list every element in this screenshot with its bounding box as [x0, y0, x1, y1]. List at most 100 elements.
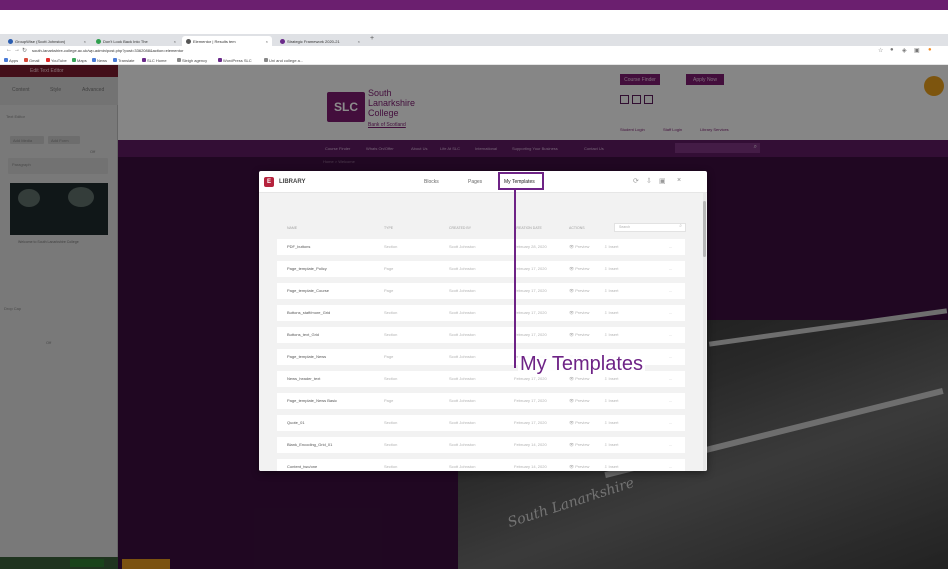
insert-button[interactable]: ⇩ Insert [604, 332, 618, 337]
back-icon[interactable]: ← [6, 47, 12, 53]
preview-button[interactable]: 👁 Preview [569, 332, 589, 337]
template-row[interactable]: Page_template_Policy Page Scott Johnston Fe… [277, 261, 685, 277]
template-row[interactable]: Page_template_Course Page Scott Johnston Fe… [277, 283, 685, 299]
preview-button-label: Preview [575, 266, 590, 271]
sync-icon[interactable]: ⟳ [633, 177, 639, 185]
browser-tab[interactable]: Don't Look Back Into The × [92, 36, 180, 46]
profile-avatar-icon[interactable]: ● [928, 47, 932, 53]
new-tab-button[interactable]: + [370, 35, 374, 42]
more-options-icon[interactable]: ... [669, 310, 672, 315]
extension-icon[interactable]: ▣ [914, 47, 920, 54]
tab-blocks[interactable]: Blocks [424, 179, 439, 185]
column-header-actions: Actions [569, 226, 585, 230]
bookmark-item[interactable]: Maps [72, 58, 87, 63]
template-name: Quote_01 [287, 420, 305, 425]
insert-button-label: Insert [608, 464, 619, 469]
close-icon[interactable]: × [174, 39, 176, 44]
extension-icon[interactable]: ● [890, 47, 894, 53]
template-row[interactable]: Buttons_staff/more_Grid Section Scott John… [277, 305, 685, 321]
preview-button[interactable]: 👁 Preview [569, 442, 589, 447]
template-author: Scott Johnston [449, 420, 476, 425]
template-author: Scott Johnston [449, 398, 476, 403]
preview-button[interactable]: 👁 Preview [569, 266, 589, 271]
insert-button[interactable]: ⇩ Insert [604, 266, 618, 271]
bookmark-item[interactable]: Gmail [24, 58, 39, 63]
preview-button[interactable]: 👁 Preview [569, 398, 589, 403]
insert-button[interactable]: ⇩ Insert [604, 442, 618, 447]
template-type: Page [384, 354, 394, 359]
save-icon[interactable]: ▣ [659, 177, 666, 185]
tab-pages[interactable]: Pages [468, 179, 482, 185]
browser-tab-active[interactable]: Elementor | Results tem × [182, 36, 272, 46]
template-search-input[interactable]: Search ⌕ [614, 223, 686, 232]
more-options-icon[interactable]: ... [669, 442, 672, 447]
preview-button[interactable]: 👁 Preview [569, 464, 589, 469]
bookmark-item[interactable]: WordPress SLC [218, 58, 252, 63]
tab-label: Elementor | Results tem [193, 38, 236, 44]
template-name: Buttons_text_Grid [287, 332, 320, 337]
template-row[interactable]: Content_two/one Section Scott Johnston Febr… [277, 459, 685, 471]
youtube-icon [46, 58, 50, 62]
bookmark-item[interactable]: YouTube [46, 58, 67, 63]
more-options-icon[interactable]: ... [669, 266, 672, 271]
bookmark-item[interactable]: Translate [113, 58, 135, 63]
import-icon[interactable]: ⇩ [646, 177, 652, 185]
address-bar-url[interactable]: south-lanarkshire-college.ac.uk/wp-admin… [32, 48, 183, 53]
tab-label: Strategic Framework 2020-21 [287, 38, 340, 44]
more-options-icon[interactable]: ... [669, 332, 672, 337]
library-title: LIBRARY [279, 179, 306, 185]
preview-button[interactable]: 👁 Preview [569, 420, 589, 425]
bookmark-item[interactable]: Sleigh agency [177, 58, 207, 63]
template-row[interactable]: PDF_buttons Section Scott Johnston February… [277, 239, 685, 255]
column-header-author[interactable]: Created By [449, 226, 471, 230]
column-header-name[interactable]: Name [287, 226, 297, 230]
search-icon[interactable]: ⌕ [679, 223, 682, 229]
preview-button[interactable]: 👁 Preview [569, 288, 589, 293]
browser-tab[interactable]: Strategic Framework 2020-21 × [276, 36, 364, 46]
template-date: February 17, 2020 [514, 420, 547, 425]
close-icon[interactable]: × [677, 177, 681, 184]
insert-button[interactable]: ⇩ Insert [604, 288, 618, 293]
bookmark-item[interactable]: SLC Home [142, 58, 167, 63]
wordpress-icon [218, 58, 222, 62]
close-icon[interactable]: × [266, 39, 268, 44]
preview-button-label: Preview [575, 376, 590, 381]
column-header-type[interactable]: Type [384, 226, 393, 230]
browser-tab[interactable]: GroupWise (Scott Johnston) × [4, 36, 90, 46]
bookmark-item[interactable]: News [92, 58, 107, 63]
preview-button[interactable]: 👁 Preview [569, 376, 589, 381]
insert-button[interactable]: ⇩ Insert [604, 420, 618, 425]
bookmark-item[interactable]: Apps [4, 58, 18, 63]
template-row[interactable]: Quote_01 Section Scott Johnston February 17… [277, 415, 685, 431]
more-options-icon[interactable]: ... [669, 464, 672, 469]
template-type: Section [384, 420, 398, 425]
insert-button[interactable]: ⇩ Insert [604, 464, 618, 469]
preview-button[interactable]: 👁 Preview [569, 244, 589, 249]
elementor-logo-icon: E [264, 177, 274, 187]
extension-icon[interactable]: ◈ [902, 47, 907, 54]
more-options-icon[interactable]: ... [669, 420, 672, 425]
column-header-date[interactable]: Creation Date [514, 226, 542, 230]
star-icon[interactable]: ☆ [878, 47, 883, 54]
more-options-icon[interactable]: ... [669, 354, 672, 359]
insert-button[interactable]: ⇩ Insert [604, 310, 618, 315]
insert-button[interactable]: ⇩ Insert [604, 244, 618, 249]
bookmark-item[interactable]: Uni and college a... [264, 58, 303, 63]
insert-button[interactable]: ⇩ Insert [604, 398, 618, 403]
template-author: Scott Johnston [449, 354, 476, 359]
more-options-icon[interactable]: ... [669, 398, 672, 403]
more-options-icon[interactable]: ... [669, 288, 672, 293]
insert-button[interactable]: ⇩ Insert [604, 376, 618, 381]
close-icon[interactable]: × [84, 39, 86, 44]
more-options-icon[interactable]: ... [669, 376, 672, 381]
forward-icon[interactable]: → [14, 47, 20, 53]
template-row[interactable]: Buttons_text_Grid Section Scott Johnston Fe… [277, 327, 685, 343]
tab-favicon-icon [96, 38, 101, 44]
close-icon[interactable]: × [358, 39, 360, 44]
template-row[interactable]: Blank_Encoding_Grid_01 Section Scott Johns… [277, 437, 685, 453]
more-options-icon[interactable]: ... [669, 244, 672, 249]
template-row[interactable]: Page_template_News Basic Page Scott Johnst… [277, 393, 685, 409]
library-scroll-thumb[interactable] [703, 201, 706, 257]
preview-button[interactable]: 👁 Preview [569, 310, 589, 315]
reload-icon[interactable]: ↻ [22, 47, 27, 54]
